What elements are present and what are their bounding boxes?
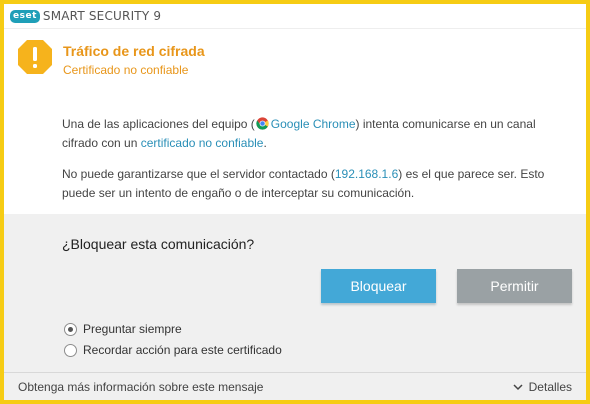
details-label: Detalles bbox=[528, 380, 572, 394]
alert-subtitle: Certificado no confiable bbox=[63, 63, 189, 77]
option-label: Preguntar siempre bbox=[83, 322, 182, 336]
radio-always-ask[interactable] bbox=[64, 322, 77, 336]
allow-button[interactable]: Permitir bbox=[457, 269, 572, 303]
eset-logo: eset bbox=[10, 9, 40, 23]
option-always-ask[interactable]: Preguntar siempre bbox=[64, 322, 182, 336]
app-title: SMART SECURITY 9 bbox=[42, 9, 162, 23]
alert-message: Una de las aplicaciones del equipo ( Goo… bbox=[4, 83, 586, 214]
block-question: ¿Bloquear esta comunicación? bbox=[62, 236, 255, 252]
option-label: Recordar acción para este certificado bbox=[83, 343, 282, 357]
more-info-link[interactable]: Obtenga más información sobre este mensa… bbox=[18, 380, 263, 394]
message-paragraph-2: No puede garantizarse que el servidor co… bbox=[62, 165, 556, 203]
alert-title: Tráfico de red cifrada bbox=[63, 43, 205, 59]
details-toggle[interactable]: Detalles bbox=[513, 380, 572, 394]
alert-window: eset SMART SECURITY 9 Tráfico de red cif… bbox=[4, 4, 586, 400]
footer: Obtenga más información sobre este mensa… bbox=[4, 372, 586, 400]
message-paragraph-1: Una de las aplicaciones del equipo ( Goo… bbox=[62, 115, 556, 153]
app-name-link[interactable]: Google Chrome bbox=[271, 117, 356, 131]
warning-icon bbox=[18, 40, 52, 74]
option-remember-action[interactable]: Recordar acción para este certificado bbox=[64, 343, 282, 357]
certificate-link[interactable]: certificado no confiable bbox=[141, 136, 264, 150]
server-ip-link[interactable]: 192.168.1.6 bbox=[335, 167, 398, 181]
message-text: . bbox=[263, 136, 267, 150]
action-panel: ¿Bloquear esta comunicación? Bloquear Pe… bbox=[4, 214, 586, 372]
chrome-icon bbox=[256, 117, 269, 130]
block-button[interactable]: Bloquear bbox=[321, 269, 436, 303]
chevron-down-icon bbox=[513, 384, 523, 391]
message-text: No puede garantizarse que el servidor co… bbox=[62, 167, 335, 181]
alert-header: Tráfico de red cifrada Certificado no co… bbox=[4, 28, 586, 83]
message-text: Una de las aplicaciones del equipo ( bbox=[62, 117, 255, 131]
radio-remember-action[interactable] bbox=[64, 343, 77, 357]
title-bar: eset SMART SECURITY 9 bbox=[4, 4, 586, 28]
